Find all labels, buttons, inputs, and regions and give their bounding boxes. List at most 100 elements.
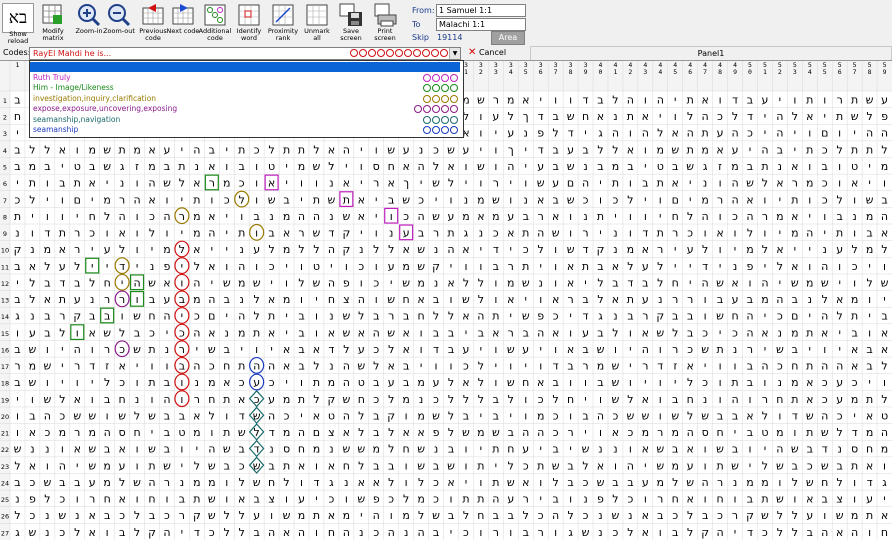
matrix-letter[interactable]: נ: [90, 293, 94, 306]
matrix-letter[interactable]: ט: [328, 409, 335, 422]
matrix-letter[interactable]: ד: [44, 227, 50, 240]
matrix-letter[interactable]: ו: [823, 343, 826, 356]
matrix-letter[interactable]: ו: [165, 360, 168, 373]
matrix-letter[interactable]: ר: [373, 177, 379, 190]
matrix-letter[interactable]: ש: [477, 93, 485, 106]
matrix-letter[interactable]: ר: [582, 360, 588, 373]
matrix-letter[interactable]: ל: [687, 110, 693, 123]
matrix-letter[interactable]: ב: [717, 293, 723, 306]
matrix-letter[interactable]: מ: [328, 376, 335, 389]
matrix-letter[interactable]: ה: [238, 260, 245, 273]
matrix-letter[interactable]: נ: [598, 509, 602, 522]
matrix-letter[interactable]: י: [270, 343, 272, 356]
matrix-letter[interactable]: ב: [552, 160, 558, 173]
matrix-letter[interactable]: י: [390, 276, 392, 289]
matrix-letter[interactable]: ע: [836, 393, 843, 406]
matrix-letter[interactable]: ב: [642, 276, 648, 289]
matrix-letter[interactable]: ד: [852, 426, 858, 439]
matrix-letter[interactable]: ו: [375, 260, 378, 273]
matrix-letter[interactable]: ב: [747, 293, 753, 306]
matrix-letter[interactable]: ב: [672, 526, 678, 539]
matrix-letter[interactable]: מ: [866, 426, 873, 439]
matrix-letter[interactable]: ס: [283, 443, 290, 456]
matrix-letter[interactable]: ג: [15, 526, 20, 539]
matrix-letter[interactable]: ו: [136, 376, 139, 389]
matrix-letter[interactable]: ל: [777, 260, 783, 273]
matrix-letter[interactable]: כ: [149, 326, 155, 339]
matrix-letter[interactable]: א: [731, 276, 738, 289]
matrix-letter[interactable]: ה: [821, 360, 828, 373]
matrix-letter[interactable]: ש: [253, 276, 261, 289]
matrix-letter[interactable]: ה: [881, 127, 888, 140]
matrix-letter[interactable]: ו: [136, 177, 139, 190]
matrix-letter[interactable]: ש: [103, 143, 111, 156]
matrix-letter[interactable]: ח: [477, 509, 484, 522]
matrix-letter[interactable]: ל: [478, 393, 484, 406]
matrix-letter[interactable]: ל: [119, 326, 125, 339]
matrix-letter[interactable]: ב: [777, 143, 783, 156]
matrix-letter[interactable]: ל: [388, 243, 394, 256]
dropdown-item[interactable]: seamanship,navigation: [30, 115, 460, 125]
matrix-letter[interactable]: י: [883, 293, 885, 306]
matrix-letter[interactable]: א: [672, 127, 679, 140]
matrix-letter[interactable]: י: [181, 459, 183, 472]
matrix-letter[interactable]: ר: [119, 293, 125, 306]
matrix-letter[interactable]: ס: [851, 443, 858, 456]
matrix-letter[interactable]: א: [59, 243, 66, 256]
matrix-letter[interactable]: י: [106, 177, 108, 190]
matrix-letter[interactable]: א: [89, 177, 96, 190]
matrix-letter[interactable]: י: [196, 343, 198, 356]
matrix-letter[interactable]: ת: [298, 143, 305, 156]
matrix-letter[interactable]: ת: [313, 376, 320, 389]
matrix-letter[interactable]: ע: [119, 459, 126, 472]
matrix-letter[interactable]: כ: [328, 493, 334, 506]
matrix-letter[interactable]: נ: [823, 243, 827, 256]
matrix-letter[interactable]: ט: [761, 426, 768, 439]
matrix-letter[interactable]: ב: [448, 509, 454, 522]
matrix-letter[interactable]: ר: [179, 210, 185, 223]
matrix-letter[interactable]: ב: [747, 93, 753, 106]
matrix-letter[interactable]: ר: [762, 210, 768, 223]
matrix-letter[interactable]: ח: [89, 210, 96, 223]
matrix-letter[interactable]: ר: [74, 227, 80, 240]
matrix-letter[interactable]: ש: [821, 276, 829, 289]
matrix-letter[interactable]: ד: [747, 526, 753, 539]
matrix-letter[interactable]: ו: [853, 193, 856, 206]
matrix-letter[interactable]: כ: [852, 376, 858, 389]
matrix-letter[interactable]: כ: [702, 326, 708, 339]
matrix-letter[interactable]: כ: [822, 143, 828, 156]
matrix-letter[interactable]: ה: [268, 360, 275, 373]
matrix-letter[interactable]: ת: [477, 459, 484, 472]
matrix-letter[interactable]: ת: [761, 160, 768, 173]
matrix-letter[interactable]: ל: [612, 493, 618, 506]
matrix-letter[interactable]: ש: [851, 110, 859, 123]
matrix-letter[interactable]: נ: [150, 260, 154, 273]
matrix-letter[interactable]: מ: [731, 160, 738, 173]
matrix-letter[interactable]: א: [118, 443, 125, 456]
matrix-letter[interactable]: ו: [16, 409, 19, 422]
matrix-letter[interactable]: י: [719, 260, 721, 273]
matrix-letter[interactable]: ב: [104, 509, 110, 522]
matrix-letter[interactable]: כ: [224, 193, 230, 206]
matrix-letter[interactable]: ו: [763, 227, 766, 240]
matrix-letter[interactable]: ו: [300, 376, 303, 389]
matrix-letter[interactable]: ת: [29, 177, 36, 190]
matrix-letter[interactable]: ת: [597, 210, 604, 223]
matrix-letter[interactable]: ה: [537, 426, 544, 439]
matrix-letter[interactable]: ל: [657, 260, 663, 273]
matrix-letter[interactable]: ל: [44, 493, 50, 506]
matrix-letter[interactable]: ל: [627, 260, 633, 273]
matrix-letter[interactable]: ל: [388, 476, 394, 489]
matrix-letter[interactable]: ד: [732, 93, 738, 106]
matrix-letter[interactable]: ד: [59, 276, 65, 289]
matrix-letter[interactable]: ה: [702, 276, 709, 289]
matrix-letter[interactable]: ב: [239, 160, 245, 173]
matrix-letter[interactable]: כ: [388, 493, 394, 506]
matrix-letter[interactable]: י: [211, 243, 213, 256]
matrix-letter[interactable]: מ: [806, 177, 813, 190]
matrix-letter[interactable]: ב: [433, 293, 439, 306]
matrix-letter[interactable]: כ: [807, 459, 813, 472]
matrix-letter[interactable]: א: [821, 326, 828, 339]
matrix-letter[interactable]: ו: [778, 409, 781, 422]
matrix-letter[interactable]: ל: [597, 143, 603, 156]
